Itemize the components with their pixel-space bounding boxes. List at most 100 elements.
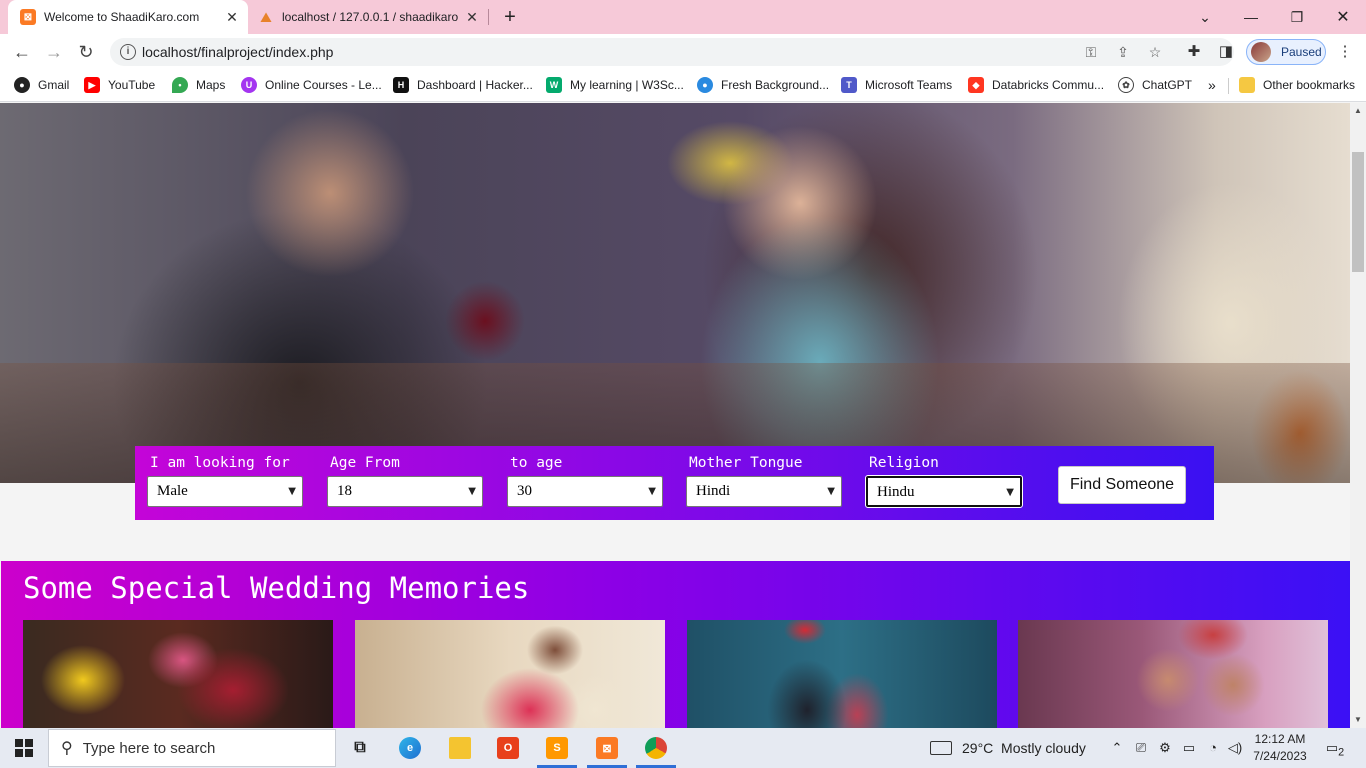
close-tab-icon[interactable]: ✕: [464, 9, 480, 25]
chevron-down-icon: ▼: [648, 486, 656, 497]
age-from-select[interactable]: 18 ▼: [327, 476, 483, 507]
weather-widget[interactable]: 29°C Mostly cloudy: [930, 738, 1086, 758]
taskbar-search-placeholder: Type here to search: [82, 739, 216, 757]
xampp-icon: ⊠: [20, 9, 36, 25]
youtube-icon: ▶: [84, 77, 100, 93]
fresh-background-icon: ●: [697, 77, 713, 93]
key-icon[interactable]: ⚿: [1082, 43, 1100, 61]
close-window-button[interactable]: ✕: [1320, 0, 1366, 34]
bookmark-maps[interactable]: • Maps: [172, 76, 225, 94]
site-info-icon[interactable]: i: [120, 44, 136, 60]
start-button[interactable]: [0, 728, 48, 768]
bookmark-fresh-background[interactable]: ● Fresh Background...: [697, 76, 829, 94]
bookmark-w3schools[interactable]: W My learning | W3Sc...: [546, 76, 684, 94]
bookmarks-overflow-button[interactable]: »: [1208, 76, 1216, 94]
to-age-label: to age: [510, 455, 563, 471]
clock[interactable]: 12:12 AM 7/24/2023: [1248, 731, 1312, 765]
wedding-photo-1: [23, 620, 333, 728]
wedding-photo-3: [687, 620, 997, 728]
wifi-icon[interactable]: ◔: [1204, 739, 1222, 757]
chatgpt-icon: ✿: [1118, 77, 1134, 93]
office-icon[interactable]: O: [492, 732, 524, 764]
search-icon: ⚲: [61, 740, 73, 757]
wedding-photo-2: [355, 620, 665, 728]
tab-shaadikaro[interactable]: ⊠ Welcome to ShaadiKaro.com ✕: [8, 0, 248, 34]
chrome-taskbar-icon[interactable]: [640, 732, 672, 764]
bookmark-youtube[interactable]: ▶ YouTube: [84, 76, 155, 94]
wedding-memories-section: Some Special Wedding Memories: [1, 561, 1350, 728]
databricks-icon: ◆: [968, 77, 984, 93]
other-bookmarks[interactable]: Other bookmarks: [1239, 76, 1355, 94]
side-panel-icon[interactable]: ◨: [1217, 43, 1235, 61]
battery-icon[interactable]: ▭: [1180, 739, 1198, 757]
notification-center-button[interactable]: ▭2: [1322, 736, 1348, 760]
looking-for-select[interactable]: Male ▼: [147, 476, 303, 507]
bookmark-divider: [1228, 78, 1229, 94]
volume-icon[interactable]: ◁): [1226, 739, 1244, 757]
folder-icon: [1239, 77, 1255, 93]
forward-button[interactable]: →: [42, 40, 66, 64]
clock-date: 7/24/2023: [1253, 749, 1307, 763]
field-religion: Religion Hindu ▼: [854, 446, 1034, 520]
sublime-text-icon[interactable]: S: [541, 732, 573, 764]
chevron-down-icon: ▼: [468, 486, 476, 497]
back-button[interactable]: ←: [10, 40, 34, 64]
edge-icon[interactable]: e: [394, 732, 426, 764]
menu-icon[interactable]: ⋮: [1336, 43, 1354, 61]
wedding-photo-4: [1018, 620, 1328, 728]
network-settings-icon[interactable]: ⚙: [1156, 739, 1174, 757]
w3schools-icon: W: [546, 77, 562, 93]
tab-separator: [488, 9, 489, 25]
bookmark-microsoft-teams[interactable]: T Microsoft Teams: [841, 76, 952, 94]
maps-pin-icon: •: [172, 77, 188, 93]
scroll-up-arrow-icon[interactable]: ▲: [1350, 103, 1366, 119]
chevron-down-icon: ▼: [827, 486, 835, 497]
meet-now-icon[interactable]: ⎚: [1132, 739, 1150, 757]
field-mother-tongue: Mother Tongue Hindi ▼: [674, 446, 854, 520]
new-tab-button[interactable]: +: [498, 5, 522, 29]
close-tab-icon[interactable]: ✕: [224, 9, 240, 25]
url-text[interactable]: localhost/finalproject/index.php: [142, 44, 333, 60]
tab-title: Welcome to ShaadiKaro.com: [44, 10, 200, 24]
share-icon[interactable]: ⇪: [1114, 43, 1132, 61]
hero-image-wine-glass: [445, 261, 525, 421]
scroll-down-arrow-icon[interactable]: ▼: [1350, 712, 1366, 728]
bookmark-databricks[interactable]: ◆ Databricks Commu...: [968, 76, 1104, 94]
section-title: Some Special Wedding Memories: [23, 571, 530, 605]
field-looking-for: I am looking for Male ▼: [135, 446, 315, 520]
bookmark-chatgpt[interactable]: ✿ ChatGPT: [1118, 76, 1192, 94]
chevron-down-icon: ▼: [288, 486, 296, 497]
find-someone-button[interactable]: Find Someone: [1058, 466, 1186, 504]
to-age-select[interactable]: 30 ▼: [507, 476, 663, 507]
tab-phpmyadmin[interactable]: ⛰ localhost / 127.0.0.1 / shaadikaro ✕: [250, 0, 488, 34]
file-explorer-icon[interactable]: [444, 732, 476, 764]
extensions-icon[interactable]: ✚: [1185, 43, 1203, 61]
reload-button[interactable]: ↻: [74, 40, 98, 64]
profile-button[interactable]: Paused: [1246, 39, 1326, 65]
xampp-taskbar-icon[interactable]: ⊠: [591, 732, 623, 764]
notification-icon: ▭: [1325, 740, 1339, 755]
mother-tongue-select[interactable]: Hindi ▼: [686, 476, 842, 507]
religion-label: Religion: [869, 455, 939, 471]
task-view-icon[interactable]: ⧉: [344, 732, 376, 764]
bookmark-online-courses[interactable]: U Online Courses - Le...: [241, 76, 382, 94]
search-form: I am looking for Male ▼ Age From 18 ▼ to…: [135, 446, 1214, 520]
page-viewport: I am looking for Male ▼ Age From 18 ▼ to…: [0, 103, 1350, 728]
field-age-from: Age From 18 ▼: [315, 446, 495, 520]
taskbar-search[interactable]: ⚲ Type here to search: [48, 729, 336, 767]
show-hidden-icons-chevron-up-icon[interactable]: ⌃: [1108, 739, 1126, 757]
bookmark-star-icon[interactable]: ☆: [1146, 43, 1164, 61]
avatar: [1251, 42, 1271, 62]
religion-select[interactable]: Hindu ▼: [865, 475, 1023, 508]
globe-icon: ●: [14, 77, 30, 93]
bookmark-gmail[interactable]: ● Gmail: [14, 76, 69, 94]
minimize-button[interactable]: —: [1228, 0, 1274, 34]
scrollbar-thumb[interactable]: [1352, 152, 1364, 272]
age-from-label: Age From: [330, 455, 400, 471]
bookmark-hackerrank[interactable]: H Dashboard | Hacker...: [393, 76, 533, 94]
restore-button[interactable]: ❐: [1274, 0, 1320, 34]
tab-search-icon[interactable]: ⌄: [1182, 0, 1228, 34]
profile-status: Paused: [1281, 45, 1322, 59]
tab-title: localhost / 127.0.0.1 / shaadikaro: [282, 10, 458, 24]
hackerrank-icon: H: [393, 77, 409, 93]
